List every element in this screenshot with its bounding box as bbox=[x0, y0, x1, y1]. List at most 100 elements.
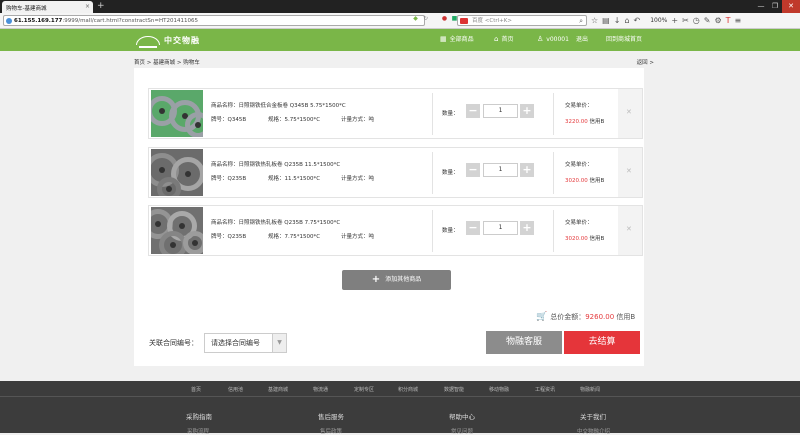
address-bar[interactable]: 61.155.169.177:9999/mall/cart.html?const… bbox=[3, 15, 425, 26]
addon-icon[interactable]: ● bbox=[441, 15, 448, 22]
chat-icon[interactable]: ✎ bbox=[704, 16, 711, 25]
site-info-icon[interactable] bbox=[6, 18, 12, 24]
qty-input[interactable]: 1 bbox=[483, 104, 518, 118]
minimize-button[interactable]: — bbox=[754, 0, 768, 13]
footer-link[interactable]: 移动物融 bbox=[489, 386, 509, 393]
chevron-down-icon[interactable]: ▼ bbox=[272, 334, 286, 352]
product-name[interactable]: 商品名称：日照钢铁热轧板卷 Q235B 11.5*1500*C bbox=[211, 160, 340, 168]
maximize-button[interactable]: ❐ bbox=[768, 0, 782, 13]
nav-label: 全部商品 bbox=[449, 36, 474, 43]
browser-tab[interactable]: 购物车-基建商城 × bbox=[2, 1, 93, 13]
total-currency: 信用B bbox=[616, 313, 636, 321]
download-icon[interactable]: ↓ bbox=[614, 16, 621, 25]
total-price: 🛒 总价金额：9260.00 信用B bbox=[536, 312, 635, 322]
footer-sub-link[interactable]: 中交物融介绍 bbox=[577, 427, 610, 435]
grid-icon: ▦ bbox=[440, 35, 447, 43]
tab-close-icon[interactable]: × bbox=[85, 3, 90, 10]
footer-sub-link[interactable]: 常见问题 bbox=[451, 427, 473, 435]
qty-label: 数量： bbox=[442, 111, 459, 117]
unit-price-label: 交易单价： bbox=[565, 220, 593, 226]
product-image[interactable] bbox=[151, 90, 203, 137]
delete-item-button[interactable]: ✕ bbox=[618, 206, 642, 255]
product-spec: 规格：7.75*1500*C bbox=[268, 234, 321, 240]
unit-price: 3020.00 信用B bbox=[565, 236, 605, 242]
cart-item: 商品名称：日照钢铁热轧板卷 Q235B 11.5*1500*C 牌号：Q235B… bbox=[148, 147, 643, 198]
footer-link[interactable]: 基建商城 bbox=[268, 386, 288, 393]
reload-icon[interactable]: ↻ bbox=[422, 15, 429, 22]
undo-icon[interactable]: ↶ bbox=[634, 16, 641, 25]
product-name[interactable]: 商品名称：日照钢铁低合金板卷 Q345B 5.75*1500*C bbox=[211, 101, 346, 109]
footer-link[interactable]: 信用池 bbox=[228, 386, 243, 393]
cart-icon: 🛒 bbox=[536, 312, 548, 322]
tab-title: 购物车-基建商城 bbox=[6, 6, 47, 12]
browser-tab-strip: 购物车-基建商城 × + — ❐ ✕ bbox=[0, 0, 800, 13]
search-placeholder: 百度 <Ctrl+K> bbox=[472, 18, 512, 24]
customer-service-button[interactable]: 物融客服 bbox=[486, 331, 562, 354]
qty-input[interactable]: 1 bbox=[483, 163, 518, 177]
delete-item-button[interactable]: ✕ bbox=[618, 148, 642, 197]
unit-price-label: 交易单价： bbox=[565, 162, 593, 168]
home-icon[interactable]: ⌂ bbox=[624, 16, 629, 25]
search-engine-icon[interactable] bbox=[460, 18, 468, 24]
menu-icon[interactable]: ≡ bbox=[735, 16, 742, 25]
add-other-products-button[interactable]: + 添加其他商品 bbox=[342, 270, 451, 290]
history-icon[interactable]: ◷ bbox=[693, 16, 700, 25]
search-icon[interactable]: ⌕ bbox=[579, 16, 583, 26]
delete-item-button[interactable]: ✕ bbox=[618, 89, 642, 138]
qty-input[interactable]: 1 bbox=[483, 221, 518, 235]
footer-link[interactable]: 定制专区 bbox=[354, 386, 374, 393]
qty-minus-button[interactable]: − bbox=[466, 104, 480, 118]
site-logo[interactable]: 中交物融 bbox=[136, 34, 200, 48]
back-link[interactable]: 返回 > bbox=[637, 58, 654, 66]
product-image[interactable] bbox=[151, 149, 203, 196]
footer-link[interactable]: 积分商城 bbox=[398, 386, 418, 393]
breadcrumb-path[interactable]: 首页 > 基建商城 > 购物车 bbox=[134, 60, 200, 66]
shield-icon[interactable]: ◆ bbox=[412, 15, 419, 22]
new-tab-button[interactable]: + bbox=[97, 1, 105, 11]
footer-links: 首页 信用池 基建商城 物流通 定制专区 积分商城 数据智能 移动物融 工程资讯… bbox=[0, 381, 800, 397]
footer-link[interactable]: 工程资讯 bbox=[535, 386, 555, 393]
product-name[interactable]: 商品名称：日照钢铁热轧板卷 Q235B 7.75*1500*C bbox=[211, 218, 340, 226]
product-image[interactable] bbox=[151, 207, 203, 254]
nav-back-to-mall[interactable]: 回到商城首页 bbox=[606, 35, 642, 44]
nav-all-products[interactable]: ▦ 全部商品 bbox=[440, 35, 474, 44]
zoom-level[interactable]: 100% bbox=[650, 16, 667, 25]
close-window-button[interactable]: ✕ bbox=[782, 0, 800, 13]
qty-minus-button[interactable]: − bbox=[466, 221, 480, 235]
search-bar[interactable]: 百度 <Ctrl+K> ⌕ bbox=[457, 15, 587, 26]
footer-link[interactable]: 物融新闻 bbox=[580, 386, 600, 393]
browser-navbar: 61.155.169.177:9999/mall/cart.html?const… bbox=[0, 13, 800, 29]
footer-link[interactable]: 物流通 bbox=[313, 386, 328, 393]
checkout-button[interactable]: 去结算 bbox=[564, 331, 640, 354]
nav-home[interactable]: ⌂ 首页 bbox=[494, 35, 513, 44]
footer-link[interactable]: 数据智能 bbox=[444, 386, 464, 393]
url-actions: ◆ ↻ bbox=[412, 15, 429, 22]
contract-select[interactable]: 请选择合同编号 ▼ bbox=[204, 333, 287, 353]
footer-sub-link[interactable]: 售后政策 bbox=[320, 427, 342, 435]
qty-plus-button[interactable]: + bbox=[520, 104, 534, 118]
plus-icon: + bbox=[371, 274, 381, 285]
footer-column-title: 采购指南 bbox=[186, 413, 212, 421]
bookmarks-icon[interactable]: ▤ bbox=[602, 16, 610, 25]
qty-plus-button[interactable]: + bbox=[520, 163, 534, 177]
nav-logout[interactable]: 退出 bbox=[576, 35, 588, 44]
qty-plus-button[interactable]: + bbox=[520, 221, 534, 235]
url-path: :9999/mall/cart.html?constractSn=HT20141… bbox=[62, 18, 199, 24]
screenshot-icon[interactable]: ✂ bbox=[682, 16, 689, 25]
product-brand: 牌号：Q235B bbox=[211, 176, 247, 182]
unit-price: 3220.00 信用B bbox=[565, 119, 605, 125]
translate-t-icon[interactable]: T bbox=[726, 16, 731, 25]
zoom-in-icon[interactable]: + bbox=[671, 16, 678, 25]
unit-price-label: 交易单价： bbox=[565, 103, 593, 109]
footer-link[interactable]: 首页 bbox=[191, 386, 201, 393]
nav-user[interactable]: ♙ v00001 bbox=[537, 35, 569, 44]
nav-label: 首页 bbox=[501, 36, 514, 43]
footer-column-title: 关于我们 bbox=[580, 413, 606, 421]
qty-minus-button[interactable]: − bbox=[466, 163, 480, 177]
bookmark-star-icon[interactable]: ☆ bbox=[591, 16, 598, 25]
footer-sub-link[interactable]: 采购流程 bbox=[187, 427, 209, 435]
home-icon: ⌂ bbox=[494, 35, 499, 43]
nav-label: 退出 bbox=[576, 36, 589, 43]
settings-icon[interactable]: ⚙ bbox=[714, 16, 721, 25]
logo-mark-icon bbox=[136, 35, 160, 48]
